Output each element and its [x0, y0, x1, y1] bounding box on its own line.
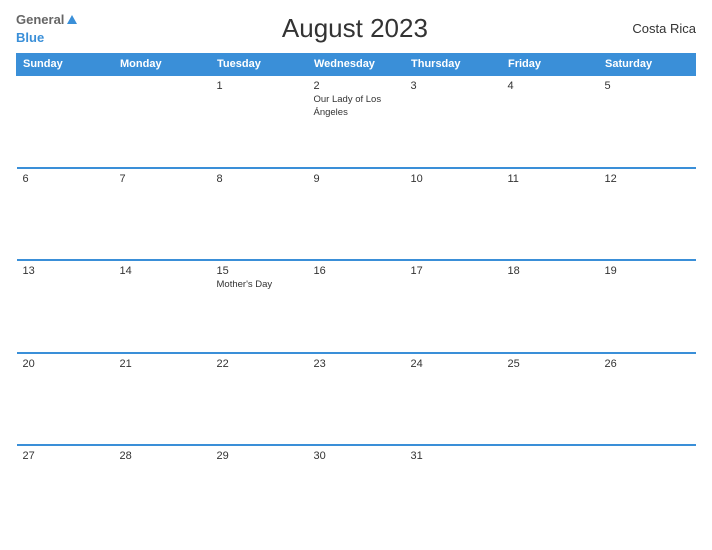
day-number: 27: [23, 450, 108, 462]
col-sunday: Sunday: [17, 54, 114, 76]
col-tuesday: Tuesday: [211, 54, 308, 76]
table-row: [114, 75, 211, 168]
header: GeneralBlue August 2023 Costa Rica: [16, 12, 696, 45]
day-number: 11: [508, 173, 593, 185]
day-number: 3: [411, 80, 496, 92]
col-wednesday: Wednesday: [308, 54, 405, 76]
calendar-week-row: 6789 10 11 12: [17, 168, 696, 261]
day-number: 13: [23, 265, 108, 277]
table-row: 30: [308, 445, 405, 538]
day-number: 26: [605, 358, 690, 370]
day-number: 18: [508, 265, 593, 277]
table-row: 29: [211, 445, 308, 538]
day-number: 2: [314, 80, 399, 92]
country-label: Costa Rica: [632, 21, 696, 36]
event-label: Mother's Day: [217, 279, 302, 291]
table-row: 19: [599, 260, 696, 353]
table-row: 3: [405, 75, 502, 168]
event-label: Our Lady of Los Ángeles: [314, 94, 399, 119]
table-row: 1: [211, 75, 308, 168]
calendar-table: Sunday Monday Tuesday Wednesday Thursday…: [16, 53, 696, 538]
day-number: 14: [120, 265, 205, 277]
calendar-week-row: 12 Our Lady of Los Ángeles 345: [17, 75, 696, 168]
table-row: 24: [405, 353, 502, 446]
day-number: 30: [314, 450, 399, 462]
day-number: 10: [411, 173, 496, 185]
table-row: 4: [502, 75, 599, 168]
col-friday: Friday: [502, 54, 599, 76]
table-row: [502, 445, 599, 538]
day-number: 29: [217, 450, 302, 462]
table-row: 23: [308, 353, 405, 446]
weekday-header-row: Sunday Monday Tuesday Wednesday Thursday…: [17, 54, 696, 76]
table-row: 10: [405, 168, 502, 261]
day-number: 16: [314, 265, 399, 277]
calendar-week-row: 20 21 22 23 24 25 26: [17, 353, 696, 446]
table-row: 20: [17, 353, 114, 446]
logo: GeneralBlue: [16, 12, 77, 45]
table-row: 31: [405, 445, 502, 538]
col-monday: Monday: [114, 54, 211, 76]
table-row: 8: [211, 168, 308, 261]
day-number: 9: [314, 173, 399, 185]
table-row: 21: [114, 353, 211, 446]
day-number: 4: [508, 80, 593, 92]
table-row: 22: [211, 353, 308, 446]
day-number: 21: [120, 358, 205, 370]
day-number: 15: [217, 265, 302, 277]
table-row: 13: [17, 260, 114, 353]
day-number: 12: [605, 173, 690, 185]
day-number: 8: [217, 173, 302, 185]
table-row: 25: [502, 353, 599, 446]
day-number: 6: [23, 173, 108, 185]
calendar-week-row: 13 14 15 Mother's Day 16 17 18 19: [17, 260, 696, 353]
table-row: 6: [17, 168, 114, 261]
table-row: 7: [114, 168, 211, 261]
day-number: 24: [411, 358, 496, 370]
table-row: 9: [308, 168, 405, 261]
day-number: 31: [411, 450, 496, 462]
day-number: 5: [605, 80, 690, 92]
table-row: 15 Mother's Day: [211, 260, 308, 353]
day-number: 17: [411, 265, 496, 277]
col-thursday: Thursday: [405, 54, 502, 76]
col-saturday: Saturday: [599, 54, 696, 76]
table-row: 18: [502, 260, 599, 353]
table-row: 27: [17, 445, 114, 538]
day-number: 20: [23, 358, 108, 370]
table-row: 5: [599, 75, 696, 168]
table-row: [599, 445, 696, 538]
table-row: 11: [502, 168, 599, 261]
table-row: 12: [599, 168, 696, 261]
day-number: 7: [120, 173, 205, 185]
calendar-page: GeneralBlue August 2023 Costa Rica Sunda…: [0, 0, 712, 550]
day-number: 28: [120, 450, 205, 462]
table-row: 28: [114, 445, 211, 538]
table-row: 2 Our Lady of Los Ángeles: [308, 75, 405, 168]
table-row: 26: [599, 353, 696, 446]
day-number: 22: [217, 358, 302, 370]
table-row: [17, 75, 114, 168]
calendar-week-row: 27 28 29 30 31: [17, 445, 696, 538]
day-number: 1: [217, 80, 302, 92]
table-row: 17: [405, 260, 502, 353]
table-row: 16: [308, 260, 405, 353]
day-number: 25: [508, 358, 593, 370]
day-number: 19: [605, 265, 690, 277]
calendar-title: August 2023: [282, 13, 428, 44]
day-number: 23: [314, 358, 399, 370]
table-row: 14: [114, 260, 211, 353]
